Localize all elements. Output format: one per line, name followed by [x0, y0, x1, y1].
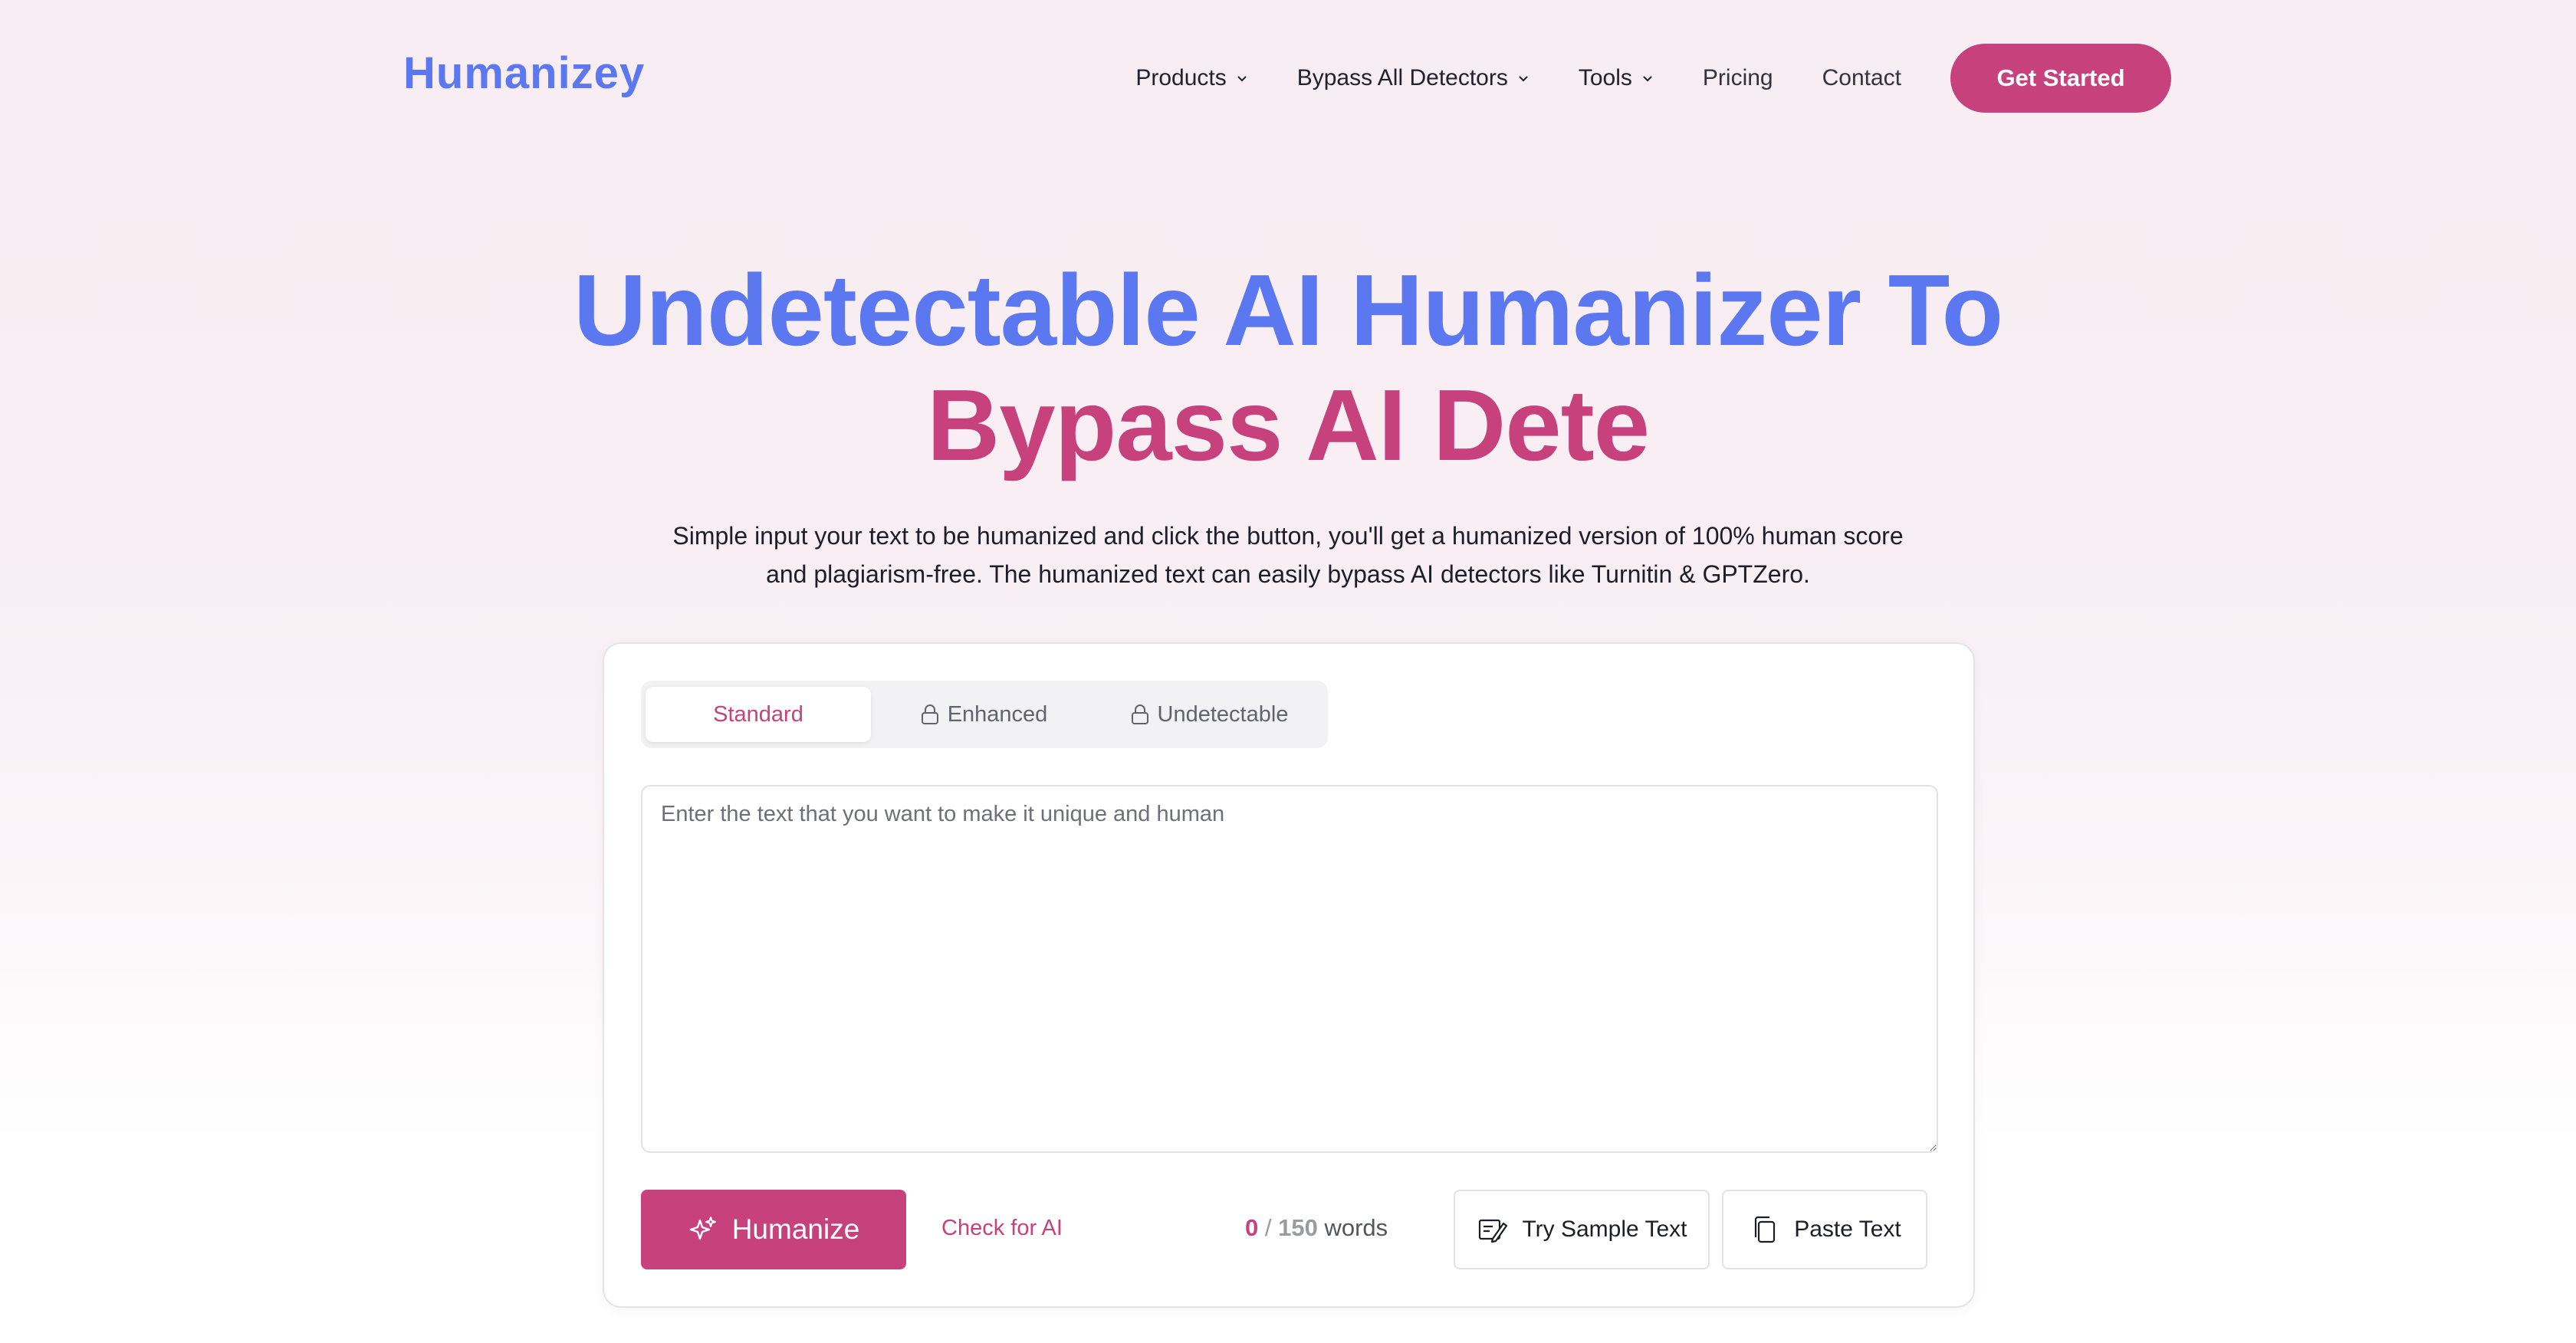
nav-item-label: Pricing: [1702, 65, 1773, 90]
humanize-button[interactable]: Humanize: [641, 1190, 906, 1269]
logo[interactable]: Humanizey: [403, 48, 645, 99]
chevron-down-icon: [1237, 76, 1247, 82]
hero-title: Undetectable AI Humanizer To Bypass AI D…: [0, 253, 2576, 483]
lock-icon: [1131, 704, 1148, 724]
site-header: Humanizey Products Bypass All Detectors …: [0, 0, 2576, 153]
tab-label: Standard: [713, 701, 803, 727]
humanize-label: Humanize: [731, 1213, 860, 1245]
try-sample-text-button[interactable]: Try Sample Text: [1454, 1190, 1710, 1269]
lock-icon: [921, 704, 938, 724]
mode-tabs: Standard Enhanced Undetectable: [641, 681, 1328, 748]
word-count-current: 0: [1245, 1214, 1259, 1241]
hero-title-line-1: Undetectable AI Humanizer To: [573, 254, 2003, 366]
check-for-ai-link[interactable]: Check for AI: [941, 1216, 1063, 1241]
sparkles-icon: [689, 1217, 716, 1240]
tab-standard[interactable]: Standard: [646, 687, 871, 742]
nav-item-label: Tools: [1578, 65, 1632, 90]
nav-item-bypass-all-detectors[interactable]: Bypass All Detectors: [1297, 65, 1530, 91]
hero-title-line-2: Bypass AI Dete: [926, 369, 1650, 481]
sample-text-icon: [1479, 1219, 1508, 1243]
text-input[interactable]: [641, 785, 1938, 1153]
nav-item-tools[interactable]: Tools: [1579, 65, 1654, 91]
tab-label: Undetectable: [1157, 701, 1289, 727]
nav-item-label: Bypass All Detectors: [1296, 65, 1508, 90]
tab-undetectable[interactable]: Undetectable: [1096, 687, 1322, 742]
word-count-unit: words: [1324, 1214, 1388, 1241]
nav-item-label: Contact: [1822, 65, 1901, 90]
nav-item-products[interactable]: Products: [1135, 65, 1247, 91]
tab-label: Enhanced: [947, 701, 1048, 727]
action-bar: Humanize Check for AI 0 / 150 words Try …: [641, 1190, 1938, 1269]
main-nav: Products Bypass All Detectors Tools Pric…: [1135, 43, 2171, 113]
word-count-separator: /: [1264, 1214, 1272, 1241]
input-area: [641, 785, 1938, 1153]
tab-enhanced[interactable]: Enhanced: [871, 687, 1096, 742]
paste-text-label: Paste Text: [1794, 1217, 1901, 1242]
nav-item-label: Products: [1135, 65, 1227, 90]
get-started-button[interactable]: Get Started: [1950, 44, 2171, 113]
try-sample-text-label: Try Sample Text: [1522, 1217, 1687, 1242]
copy-icon: [1755, 1216, 1776, 1243]
chevron-down-icon: [1643, 76, 1652, 82]
paste-text-button[interactable]: Paste Text: [1722, 1190, 1927, 1269]
nav-item-contact[interactable]: Contact: [1822, 65, 1901, 91]
hero-subtitle: Simple input your text to be humanized a…: [672, 522, 1904, 588]
word-count-max: 150: [1278, 1214, 1318, 1241]
humanizer-card: Standard Enhanced Undetectable Humanize …: [603, 642, 1975, 1308]
word-count: 0 / 150 words: [1245, 1214, 1388, 1242]
nav-item-pricing[interactable]: Pricing: [1703, 65, 1773, 91]
chevron-down-icon: [1519, 76, 1528, 82]
